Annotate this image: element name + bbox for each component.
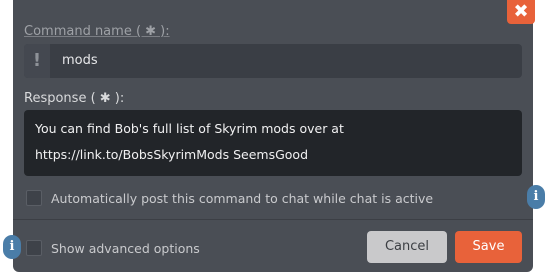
auto-post-checkbox[interactable] <box>26 190 42 206</box>
command-name-label: Command name ( ✱ ): <box>24 24 170 39</box>
response-textarea[interactable]: You can find Bob's full list of Skyrim m… <box>24 110 522 176</box>
footer-divider <box>13 219 533 220</box>
advanced-options-checkbox[interactable] <box>26 240 42 256</box>
info-icon[interactable]: i <box>527 185 545 209</box>
command-name-field[interactable]: ! mods <box>24 44 522 78</box>
auto-post-label: Automatically post this command to chat … <box>51 190 434 206</box>
save-button[interactable]: Save <box>455 231 522 263</box>
info-icon[interactable]: i <box>3 235 21 259</box>
advanced-options-label: Show advanced options <box>51 240 200 256</box>
close-button[interactable]: ✖ <box>507 0 535 24</box>
auto-post-option[interactable]: Automatically post this command to chat … <box>26 190 433 206</box>
close-icon: ✖ <box>513 1 529 22</box>
advanced-options-option[interactable]: Show advanced options <box>26 240 200 256</box>
edit-command-dialog: ✖ Command name ( ✱ ): ! mods Response ( … <box>13 0 535 272</box>
response-label: Response ( ✱ ): <box>24 91 125 106</box>
command-name-value: mods <box>62 53 98 68</box>
cancel-button[interactable]: Cancel <box>367 231 447 263</box>
exclamation-icon: ! <box>24 44 50 78</box>
